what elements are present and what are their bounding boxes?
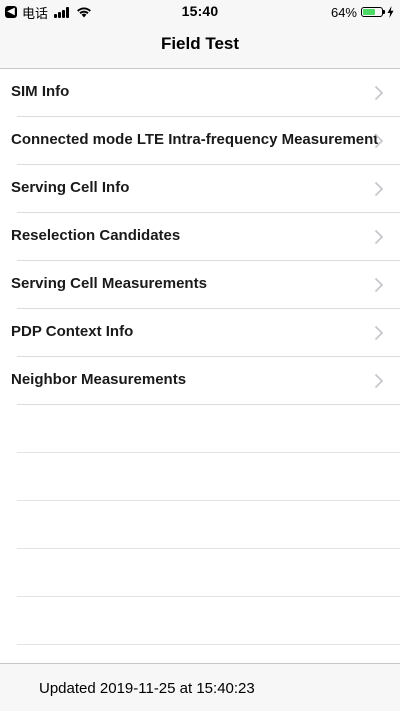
- chevron-right-icon: [374, 373, 384, 389]
- menu-item-label: Neighbor Measurements: [11, 371, 187, 388]
- menu-item-label: Serving Cell Info: [11, 179, 130, 196]
- menu-item-label: SIM Info: [11, 83, 70, 100]
- menu-item-label: Connected mode LTE Intra-frequency Measu…: [11, 131, 379, 148]
- page-title: Field Test: [160, 34, 240, 53]
- empty-row: [0, 405, 400, 453]
- menu-item-connected-mode-lte-intra-frequency-measurement[interactable]: Connected mode LTE Intra-frequency Measu…: [0, 117, 400, 165]
- charging-bolt-icon: [387, 6, 394, 18]
- menu-item-reselection-candidates[interactable]: Reselection Candidates: [0, 213, 400, 261]
- status-bar: ◀ 电话 15:40 64%: [0, 0, 400, 24]
- chevron-right-icon: [374, 85, 384, 101]
- menu-item-neighbor-measurements[interactable]: Neighbor Measurements: [0, 357, 400, 405]
- field-test-menu-list: SIM Info Connected mode LTE Intra-freque…: [0, 69, 400, 645]
- menu-item-serving-cell-measurements[interactable]: Serving Cell Measurements: [0, 261, 400, 309]
- bottom-toolbar: Updated 2019-11-25 at 15:40:23: [0, 663, 400, 711]
- menu-item-label: PDP Context Info: [11, 323, 134, 340]
- menu-item-sim-info[interactable]: SIM Info: [0, 69, 400, 117]
- last-updated-timestamp: Updated 2019-11-25 at 15:40:23: [39, 680, 255, 697]
- chevron-right-icon: [374, 325, 384, 341]
- battery-fill: [363, 9, 375, 15]
- menu-item-label: Serving Cell Measurements: [11, 275, 207, 292]
- empty-row: [0, 597, 400, 645]
- battery-icon: [361, 7, 385, 17]
- menu-item-label: Reselection Candidates: [11, 227, 181, 244]
- navigation-bar: Field Test: [0, 24, 400, 69]
- field-test-screen: ◀ 电话 15:40 64% Field Test SIM Info Conne…: [0, 0, 400, 711]
- battery-percentage: 64%: [330, 4, 357, 20]
- empty-row: [0, 501, 400, 549]
- empty-row: [0, 453, 400, 501]
- chevron-right-icon: [374, 181, 384, 197]
- chevron-right-icon: [374, 133, 384, 149]
- empty-row: [0, 549, 400, 597]
- status-right: 64%: [331, 4, 394, 20]
- chevron-right-icon: [374, 229, 384, 245]
- menu-item-serving-cell-info[interactable]: Serving Cell Info: [0, 165, 400, 213]
- menu-item-pdp-context-info[interactable]: PDP Context Info: [0, 309, 400, 357]
- chevron-right-icon: [374, 277, 384, 293]
